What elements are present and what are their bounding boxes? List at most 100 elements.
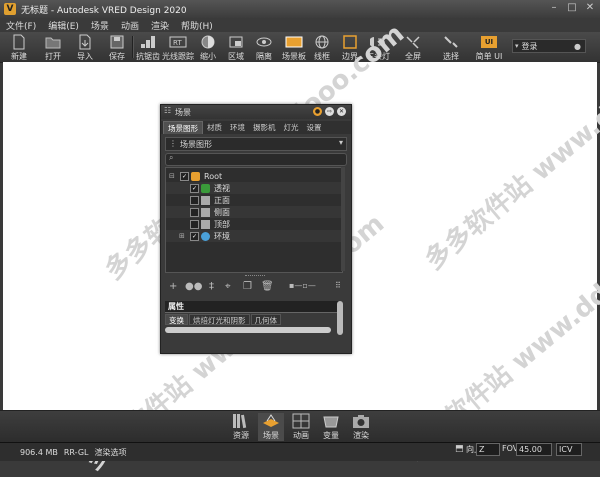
tab-bake-lighting[interactable]: 烘焙灯光和阴影 [189,314,250,325]
user-icon: ● [574,41,581,51]
delete-icon[interactable]: 🗑 [261,281,274,292]
float-icon[interactable]: ⇨ [325,107,334,116]
visibility-checkbox[interactable] [190,195,199,205]
chevron-down-icon: ▾ [515,42,519,50]
menu-scene[interactable]: 场景 [85,19,115,32]
dock-render[interactable]: 渲染 [348,413,374,441]
tree-scrollbar[interactable] [341,167,345,271]
region-button[interactable]: 区域 [224,32,248,62]
camera-icon [201,195,210,205]
animation-icon [292,413,310,429]
group-icon[interactable]: ●● [185,281,202,292]
menu-file[interactable]: 文件(F) [0,19,42,32]
menu-render[interactable]: 渲染 [145,19,175,32]
login-dropdown[interactable]: ▾ 登录 ● [512,39,586,53]
visibility-checkbox[interactable] [190,219,199,229]
wireframe-icon [313,34,331,50]
isolate-button[interactable]: 隔离 [252,32,276,62]
transform-icon[interactable]: ⌖ [225,281,231,292]
visibility-checkbox[interactable]: ✓ [190,183,199,193]
wireframe-button[interactable]: 线框 [310,32,334,62]
slider-icon[interactable]: ▪—▫— [289,281,316,290]
up-axis-select[interactable]: Z [476,443,500,456]
menu-help[interactable]: 帮助(H) [175,19,219,32]
tree-node-root[interactable]: ⊟ ✓ Root [166,170,342,182]
scene-icon [263,414,279,427]
view-select[interactable]: ⋮ 场景图形 ▾ [165,137,347,151]
search-icon: ⌕ [169,153,174,162]
menu-edit[interactable]: 编辑(E) [42,19,85,32]
splitter-handle[interactable] [245,275,265,278]
tab-geometry[interactable]: 几何体 [250,314,281,325]
close-icon[interactable]: ✕ [584,2,596,14]
visibility-checkbox[interactable] [190,207,199,217]
simple-ui-button[interactable]: UI 简单 UI [474,32,504,62]
region-icon [227,34,245,50]
visibility-checkbox[interactable]: ✓ [180,171,189,181]
visibility-checkbox[interactable]: ✓ [190,231,199,241]
zoom-out-button[interactable]: 缩小 [196,32,220,62]
maximize-icon[interactable]: □ [566,2,578,14]
raytracing-icon: RT [169,34,187,50]
grid-icon[interactable]: ⠿ [335,281,341,290]
isolate-icon [255,34,273,50]
raytracing-button[interactable]: RT 光线跟踪 [162,32,194,62]
new-button[interactable]: 新建 [6,32,32,62]
horizontal-scrollbar[interactable] [165,327,331,333]
renderer-label: RR-GL [63,447,89,457]
camera-icon [201,183,210,193]
panel-toolbar: + ●● ‡ ⌖ ❐ 🗑 ▪—▫— ⠿ [161,281,351,297]
collapse-icon[interactable]: ⊟ [169,172,175,180]
tab-settings[interactable]: 设置 [303,121,326,134]
dock-assets[interactable]: 资源 [228,413,254,441]
tab-materials[interactable]: 材质 [203,121,226,134]
clone-icon[interactable]: ❐ [243,281,252,292]
save-button[interactable]: 保存 [104,32,130,62]
sceneplate-icon [285,34,303,50]
tab-transform[interactable]: 变换 [165,314,188,325]
select-button[interactable]: 选择 [436,32,466,62]
zoom-out-icon [199,34,217,50]
folder-icon [44,34,62,50]
open-button[interactable]: 打开 [40,32,66,62]
tab-lights[interactable]: 灯光 [280,121,303,134]
svg-text:RT: RT [173,39,182,47]
menu-bar: 文件(F) 编辑(E) 场景 动画 渲染 帮助(H) [0,18,600,32]
tab-environment[interactable]: 环境 [226,121,249,134]
add-icon[interactable]: + [169,281,177,292]
render-options-link[interactable]: 渲染选项 [94,447,126,458]
vertical-scrollbar[interactable] [337,301,343,335]
properties-tabs: 变换 烘焙灯光和阴影 几何体 [165,314,341,325]
icv-button[interactable]: ICV [556,443,582,456]
tree-node[interactable]: 侧面 [166,206,342,218]
dock-scene[interactable]: 场景 [258,413,284,441]
switch-icon[interactable]: ‡ [209,281,214,292]
variants-icon [323,416,339,428]
pin-icon[interactable]: ● [313,107,322,116]
import-button[interactable]: 导入 [72,32,98,62]
tree-node[interactable]: ⊞ ✓ 环境 [166,230,342,242]
close-icon[interactable]: ✕ [337,107,346,116]
menu-animation[interactable]: 动画 [115,19,145,32]
tab-cameras[interactable]: 摄影机 [249,121,280,134]
antialias-button[interactable]: 抗锯齿 [134,32,162,62]
app-logo: V [4,3,16,15]
minimize-icon[interactable]: – [548,2,560,14]
panel-title-bar[interactable]: ☷ 场景 ● ⇨ ✕ [161,105,351,119]
tree-node[interactable]: 正面 [166,194,342,206]
tree-node[interactable]: ✓ 透视 [166,182,342,194]
dock-animation[interactable]: 动画 [288,413,314,441]
up-axis-icon: ⬒ [455,444,464,454]
panel-tabs: 场景图形 材质 环境 摄影机 灯光 设置 [161,121,351,134]
tab-scenegraph[interactable]: 场景图形 [163,121,203,134]
sceneplate-button[interactable]: 场景板 [280,32,308,62]
fov-input[interactable]: 45.00 [516,443,552,456]
simple-ui-icon: UI [480,34,498,50]
assets-icon [233,414,247,429]
chevron-down-icon: ▾ [338,138,343,147]
expand-icon[interactable]: ⊞ [179,232,185,240]
dock-variants[interactable]: 变量 [318,413,344,441]
root-icon [191,171,200,181]
tree-node[interactable]: 顶部 [166,218,342,230]
search-input[interactable]: ⌕ [165,153,347,166]
